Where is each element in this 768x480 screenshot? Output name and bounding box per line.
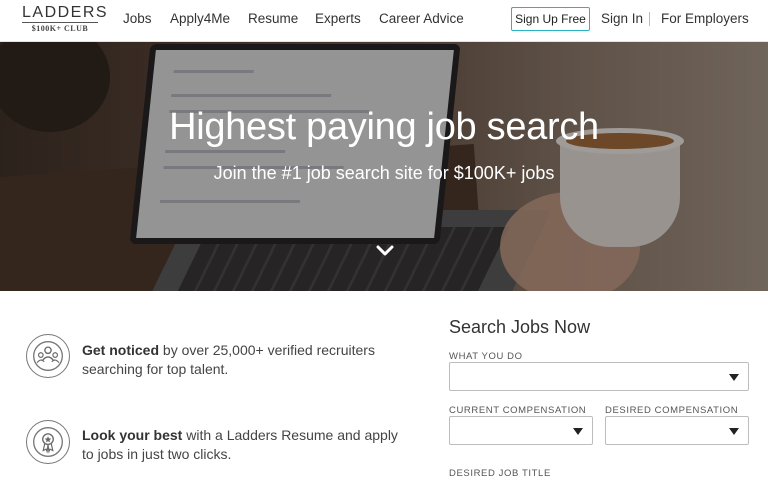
hero-subtitle: Join the #1 job search site for $100K+ j…	[213, 163, 555, 183]
for-employers-link[interactable]: For Employers	[661, 11, 749, 26]
site-header: LADDERS $100K+ CLUB Jobs Apply4Me Resume…	[0, 0, 768, 42]
desired-job-title-label: DESIRED JOB TITLE	[449, 468, 551, 479]
current-compensation-select[interactable]	[449, 416, 593, 445]
sign-up-button[interactable]: Sign Up Free	[511, 7, 590, 31]
award-icon	[26, 420, 70, 464]
nav-experts[interactable]: Experts	[315, 11, 361, 26]
dropdown-caret-icon	[729, 428, 739, 435]
nav-career-advice[interactable]: Career Advice	[379, 11, 464, 26]
hero-banner: Highest paying job search Join the #1 jo…	[0, 42, 768, 291]
feature-get-noticed: Get noticed by over 25,000+ verified rec…	[82, 341, 402, 379]
feature-get-noticed-bold: Get noticed	[82, 342, 160, 358]
logo-tagline: $100K+ CLUB	[31, 24, 89, 33]
desired-compensation-select[interactable]	[605, 416, 749, 445]
current-compensation-label: CURRENT COMPENSATION	[449, 405, 587, 416]
what-you-do-select[interactable]	[449, 362, 749, 391]
logo-wordmark: LADDERS	[22, 4, 109, 21]
dropdown-caret-icon	[729, 374, 739, 381]
recruiters-icon	[26, 334, 70, 378]
what-you-do-label: WHAT YOU DO	[449, 351, 523, 362]
logo-divider	[22, 22, 98, 23]
desired-compensation-label: DESIRED COMPENSATION	[605, 405, 739, 416]
nav-jobs[interactable]: Jobs	[123, 11, 152, 26]
hero-title: Highest paying job search	[169, 106, 599, 148]
chevron-down-icon[interactable]	[376, 244, 394, 258]
search-jobs-title: Search Jobs Now	[449, 317, 591, 337]
nav-apply4me[interactable]: Apply4Me	[170, 11, 230, 26]
sign-in-link[interactable]: Sign In	[601, 11, 643, 26]
nav-divider	[649, 12, 650, 26]
feature-look-your-best-bold: Look your best	[82, 427, 183, 443]
ladders-logo[interactable]: LADDERS $100K+ CLUB	[22, 4, 109, 38]
nav-resume[interactable]: Resume	[248, 11, 298, 26]
dropdown-caret-icon	[573, 428, 583, 435]
feature-look-your-best: Look your best with a Ladders Resume and…	[82, 426, 402, 464]
